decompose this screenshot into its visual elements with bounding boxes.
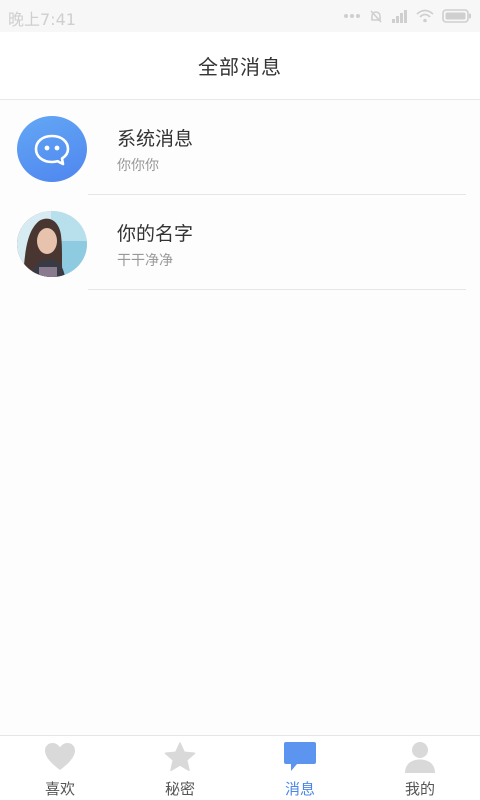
tab-label: 秘密 — [164, 780, 195, 798]
message-item-system[interactable]: 系统消息 你你你 — [0, 100, 480, 195]
status-bar: 晚上7:41 — [0, 0, 480, 32]
more-dots-icon — [344, 13, 360, 19]
message-item-user[interactable]: 你的名字 干干净净 — [0, 195, 480, 290]
star-icon — [163, 741, 197, 773]
tab-like[interactable]: 喜欢 — [0, 736, 120, 800]
wifi-icon — [416, 9, 434, 23]
page-header: 全部消息 — [0, 32, 480, 100]
app-screen: 晚上7:41 全部消息 系统消息 你你你 你的名字 干干净净 喜欢 秘密 消息 … — [0, 0, 480, 800]
status-time: 晚上7:41 — [8, 10, 76, 29]
page-title: 全部消息 — [198, 55, 282, 79]
message-bubble-icon — [283, 741, 317, 773]
heart-icon — [43, 741, 77, 773]
signal-icon — [392, 9, 408, 23]
alarm-off-icon — [368, 8, 384, 24]
tab-label: 我的 — [404, 780, 435, 798]
bottom-tab-bar: 喜欢 秘密 消息 我的 — [0, 735, 480, 800]
person-icon — [403, 741, 437, 773]
tab-mine[interactable]: 我的 — [360, 736, 480, 800]
status-icons — [344, 6, 472, 26]
message-list: 系统消息 你你你 你的名字 干干净净 — [0, 100, 480, 290]
message-sender-name: 系统消息 — [117, 128, 194, 150]
battery-icon — [442, 9, 472, 23]
tab-label: 消息 — [284, 780, 315, 798]
message-preview: 干干净净 — [117, 253, 173, 269]
system-chat-face-icon — [17, 116, 87, 182]
tab-label: 喜欢 — [44, 780, 75, 798]
tab-messages[interactable]: 消息 — [240, 736, 360, 800]
message-sender-name: 你的名字 — [117, 223, 194, 245]
tab-secret[interactable]: 秘密 — [120, 736, 240, 800]
message-preview: 你你你 — [117, 158, 159, 174]
user-avatar — [17, 211, 87, 277]
divider — [88, 289, 466, 290]
